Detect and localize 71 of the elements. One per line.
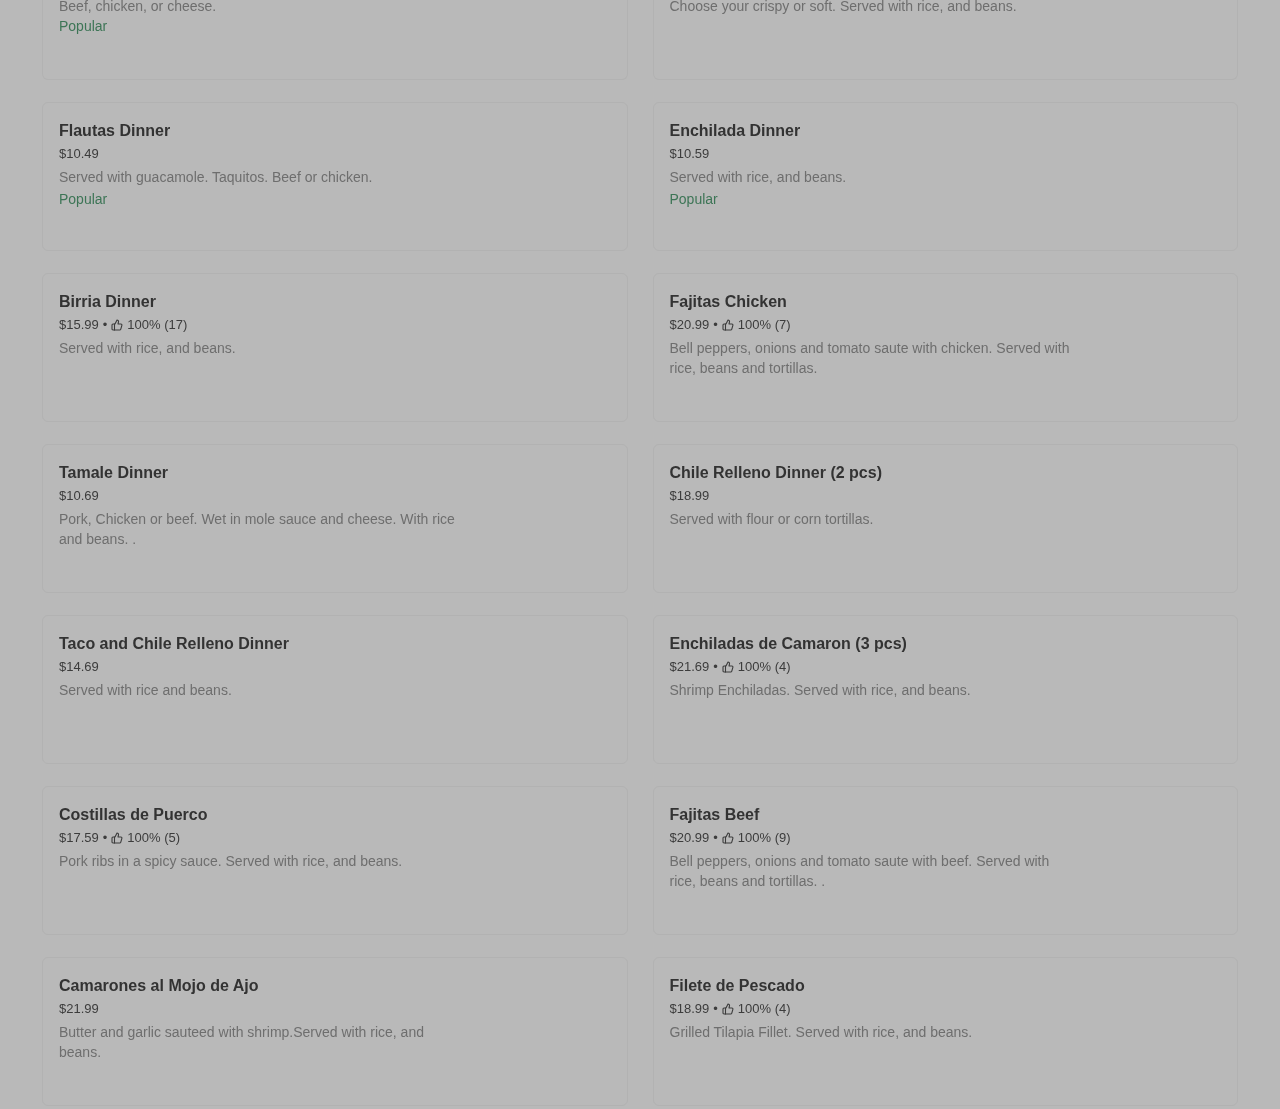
separator-dot: •	[102, 829, 108, 847]
item-description: Shrimp Enchiladas. Served with rice, and beans.	[669, 681, 972, 700]
item-name: Birria Dinner	[59, 292, 156, 312]
menu-item-card[interactable]: Flautas Dinner $10.49 Served with guacamole. Taquitos. Beef or chicken. Popular	[42, 102, 628, 251]
item-rating: 100% (4)	[737, 658, 791, 676]
menu-item-card[interactable]: Birria Dinner $15.99 • 100% (17) Served with rice, and beans.	[42, 273, 628, 422]
item-description: Grilled Tilapia Fillet. Served with rice, and beans.	[669, 1023, 974, 1042]
item-rating: 100% (7)	[737, 316, 791, 334]
item-price: $21.69	[669, 658, 710, 676]
item-name: Taco and Chile Relleno Dinner	[59, 634, 289, 654]
item-description: Served with rice, and beans.	[59, 339, 237, 358]
menu-item-card[interactable]: Tamale Dinner $10.69 Pork, Chicken or beef. Wet in mole sauce and cheese. With rice and beans. .	[42, 444, 628, 593]
item-price: $15.99	[59, 316, 99, 334]
popular-label: Popular	[59, 17, 108, 36]
item-description: Served with rice, and beans.	[669, 168, 848, 187]
item-price: $18.99	[669, 1000, 710, 1018]
thumbs-up-icon	[721, 1003, 734, 1015]
item-price: $20.99	[669, 829, 710, 847]
item-price: $18.99	[669, 487, 710, 505]
item-name: Fajitas Chicken	[669, 292, 787, 312]
item-description: Butter and garlic sauteed with shrimp.Served with rice, and beans.	[59, 1023, 425, 1062]
popular-label: Popular	[669, 190, 718, 209]
item-price: $10.69	[59, 487, 99, 505]
item-name: Chile Relleno Dinner (2 pcs)	[669, 463, 882, 483]
menu-item-card[interactable]: Fajitas Chicken $20.99 • 100% (7) Bell peppers, onions and tomato saute with chicken. Served with rice, beans and tortillas.	[652, 273, 1238, 422]
item-description: Choose your crispy or soft. Served with rice, and beans.	[669, 0, 1018, 14]
menu-item-card[interactable]: Costillas de Puerco $17.59 • 100% (5) Pork ribs in a spicy sauce. Served with rice, and beans.	[42, 786, 628, 935]
item-rating: 100% (4)	[737, 1000, 791, 1018]
item-price: $17.59	[59, 829, 99, 847]
popular-label: Popular	[59, 190, 108, 209]
item-description: Pork, Chicken or beef. Wet in mole sauce and cheese. With rice and beans. .	[59, 510, 456, 549]
menu-item-card[interactable]: Filete de Pescado $18.99 • 100% (4) Grilled Tilapia Fillet. Served with rice, and beans.	[652, 957, 1238, 1106]
item-rating: 100% (17)	[127, 316, 188, 334]
menu-item-card[interactable]: Enchiladas de Camaron (3 pcs) $21.69 • 100% (4) Shrimp Enchiladas. Served with rice, and beans.	[652, 615, 1238, 764]
separator-dot: •	[102, 316, 108, 334]
item-name: Enchiladas de Camaron (3 pcs)	[669, 634, 907, 654]
thumbs-up-icon	[721, 661, 734, 673]
item-price: $10.59	[669, 145, 710, 163]
item-description: Beef, chicken, or cheese.	[59, 0, 218, 14]
item-price: $21.99	[59, 1000, 99, 1018]
item-description: Bell peppers, onions and tomato saute with chicken. Served with rice, beans and tortillas.	[669, 339, 1071, 378]
item-price: $14.69	[59, 658, 99, 676]
menu-item-card[interactable]: Taco and Chile Relleno Dinner $14.69 Served with rice and beans.	[42, 615, 628, 764]
menu-item-card[interactable]: Camarones al Mojo de Ajo $21.99 Butter and garlic sauteed with shrimp.Served with rice, and beans.	[42, 957, 628, 1106]
item-name: Fajitas Beef	[669, 805, 760, 825]
menu-item-card[interactable]: Fajitas Beef $20.99 • 100% (9) Bell peppers, onions and tomato saute with beef. Served with rice, beans and tortillas. .	[652, 786, 1238, 935]
item-description: Pork ribs in a spicy sauce. Served with rice, and beans.	[59, 852, 404, 871]
menu-item-card[interactable]: Chile Relleno Dinner (2 pcs) $18.99 Served with flour or corn tortillas.	[652, 444, 1238, 593]
item-price: $10.49	[59, 145, 99, 163]
thumbs-up-icon	[721, 319, 734, 331]
item-rating: 100% (9)	[737, 829, 791, 847]
separator-dot: •	[713, 1000, 718, 1018]
item-rating: 100% (5)	[127, 829, 181, 847]
item-description: Served with flour or corn tortillas.	[669, 510, 875, 529]
thumbs-up-icon	[721, 832, 734, 844]
item-price: $20.99	[669, 316, 710, 334]
item-name: Tamale Dinner	[59, 463, 169, 483]
thumbs-up-icon	[111, 832, 124, 844]
item-name: Camarones al Mojo de Ajo	[59, 976, 259, 996]
item-name: Costillas de Puerco	[59, 805, 208, 825]
item-name: Filete de Pescado	[669, 976, 805, 996]
item-name: Flautas Dinner	[59, 121, 171, 141]
item-description: Bell peppers, onions and tomato saute with beef. Served with rice, beans and tortillas. .	[669, 852, 1051, 891]
item-description: Served with guacamole. Taquitos. Beef or chicken.	[59, 168, 374, 187]
item-name: Enchilada Dinner	[669, 121, 801, 141]
separator-dot: •	[713, 658, 718, 676]
item-description: Served with rice and beans.	[59, 681, 233, 700]
separator-dot: •	[713, 316, 718, 334]
separator-dot: •	[713, 829, 718, 847]
thumbs-up-icon	[111, 319, 124, 331]
menu-item-card[interactable]: Enchilada Dinner $10.59 Served with rice, and beans. Popular	[652, 102, 1238, 251]
